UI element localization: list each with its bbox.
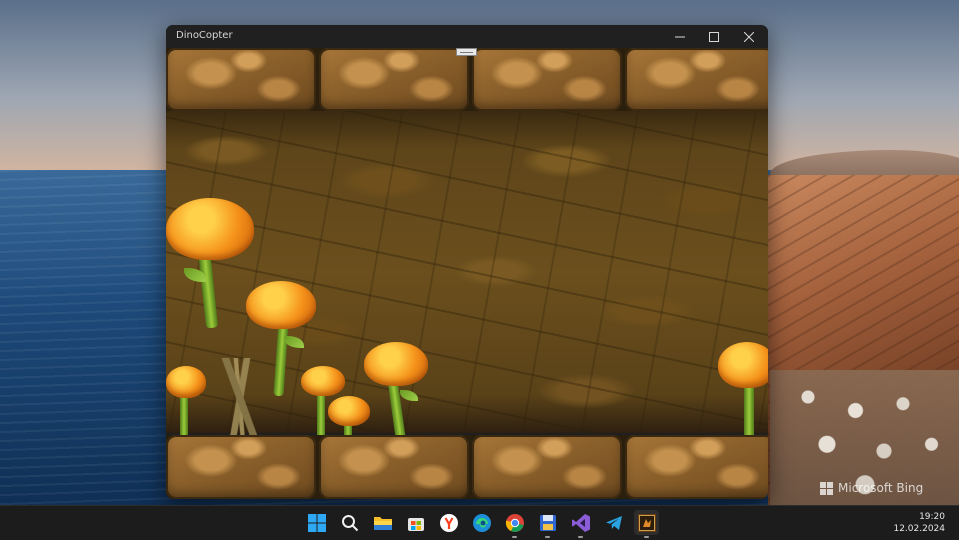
minimize-icon	[675, 36, 685, 37]
floppy-disk-icon	[539, 514, 556, 531]
ceiling-stone	[166, 48, 316, 111]
dinocopter-app-icon	[637, 513, 656, 532]
ceiling-stone	[319, 48, 469, 111]
floor-stone	[319, 435, 469, 499]
floor-stone	[625, 435, 768, 499]
search-icon	[341, 514, 358, 531]
score-indicator	[456, 48, 477, 56]
floor-stone	[472, 435, 622, 499]
running-indicator	[545, 536, 550, 538]
bing-watermark-label: Microsoft Bing	[838, 481, 924, 495]
bing-watermark: Microsoft Bing	[820, 481, 923, 495]
microsoft-store-button[interactable]	[403, 510, 428, 535]
close-icon	[744, 31, 754, 42]
telegram-button[interactable]	[601, 510, 626, 535]
telegram-icon	[605, 515, 622, 530]
running-indicator	[644, 536, 649, 538]
folder-icon	[373, 516, 392, 530]
floor-stone	[166, 435, 316, 499]
edge-button[interactable]	[469, 510, 494, 535]
store-icon	[407, 517, 424, 531]
game-canvas[interactable]	[166, 48, 768, 499]
ceiling-stone	[472, 48, 622, 111]
start-button[interactable]	[304, 510, 329, 535]
microsoft-logo-icon	[820, 481, 833, 495]
clock-date: 12.02.2024	[893, 524, 945, 534]
dinocopter-window: DinoCopter	[166, 25, 768, 499]
chrome-button[interactable]	[502, 510, 527, 538]
edge-icon	[472, 513, 491, 532]
file-explorer-button[interactable]	[370, 510, 395, 535]
running-indicator	[578, 536, 583, 538]
chrome-icon	[505, 513, 524, 532]
floor-stones	[166, 435, 768, 499]
taskbar-apps	[304, 510, 659, 538]
yandex-browser-button[interactable]	[436, 510, 461, 535]
taskbar: 19:20 12.02.2024	[0, 505, 959, 540]
mushroom	[166, 366, 206, 446]
minimize-button[interactable]	[663, 25, 697, 48]
dinocopter-taskbar-button[interactable]	[634, 510, 659, 538]
visual-studio-button[interactable]	[568, 510, 593, 538]
windows-start-icon	[307, 513, 326, 532]
running-indicator	[512, 536, 517, 538]
clock-time: 19:20	[919, 512, 945, 522]
save-app-button[interactable]	[535, 510, 560, 538]
window-title: DinoCopter	[176, 30, 233, 41]
close-button[interactable]	[732, 25, 766, 48]
ceiling-stone	[625, 48, 768, 111]
maximize-button[interactable]	[697, 25, 731, 48]
ceiling-stones	[166, 48, 768, 111]
visual-studio-icon	[571, 513, 590, 532]
maximize-icon	[709, 31, 719, 42]
system-clock[interactable]: 19:20 12.02.2024	[893, 511, 945, 535]
window-titlebar[interactable]: DinoCopter	[166, 25, 768, 48]
search-button[interactable]	[337, 510, 362, 535]
yandex-icon	[439, 513, 458, 532]
